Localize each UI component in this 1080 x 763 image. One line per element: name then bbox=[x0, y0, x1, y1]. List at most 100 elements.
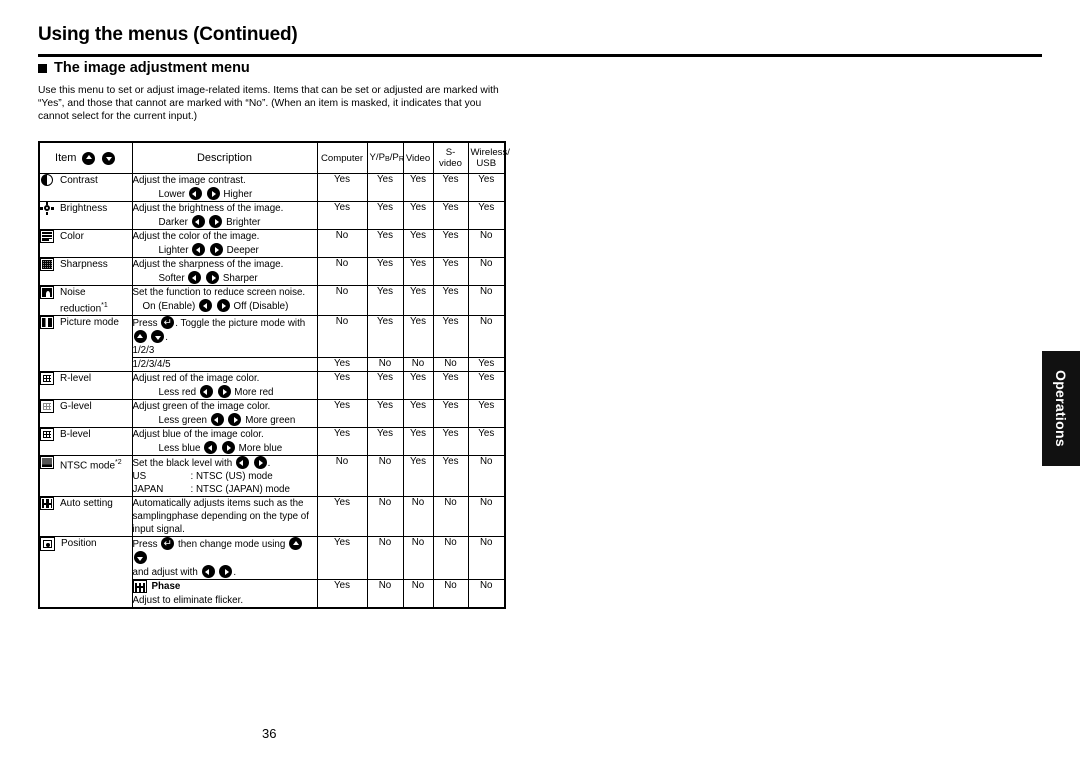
up-arrow-icon[interactable] bbox=[133, 330, 147, 344]
left-arrow-icon[interactable] bbox=[199, 385, 213, 399]
menu-item-picture-mode[interactable]: Picture mode bbox=[38, 315, 133, 373]
section-tab-label: Operations bbox=[1053, 370, 1069, 447]
description-cell: 1/2/3/4/5 bbox=[131, 357, 318, 373]
support-wireless-usb: No bbox=[467, 536, 506, 581]
left-arrow-icon[interactable] bbox=[201, 565, 215, 579]
menu-item-b-level[interactable]: B-level bbox=[38, 427, 133, 457]
right-arrow-icon[interactable] bbox=[216, 299, 230, 312]
support-video: No bbox=[402, 536, 434, 581]
description-text: Automatically adjusts items such as the bbox=[132, 498, 304, 510]
description-cell: Automatically adjusts items such as the … bbox=[131, 496, 318, 538]
picture-mode-values: 1/2/3 bbox=[132, 345, 155, 357]
description-cell: Phase Adjust to eliminate flicker. bbox=[131, 579, 318, 609]
description-text: Adjust the image contrast. bbox=[132, 175, 246, 186]
column-header-description: Description bbox=[131, 141, 318, 174]
menu-item-g-level[interactable]: G-level bbox=[38, 399, 133, 429]
enter-button-icon[interactable] bbox=[161, 316, 175, 330]
support-wireless-usb: No bbox=[467, 315, 506, 359]
ntsc-option-us-key: US bbox=[132, 471, 147, 483]
left-arrow-icon[interactable] bbox=[191, 215, 205, 228]
left-arrow-icon[interactable] bbox=[235, 456, 249, 470]
position-icon bbox=[40, 537, 55, 552]
menu-item-position[interactable]: Position bbox=[38, 536, 133, 609]
noise-reduction-icon bbox=[40, 286, 54, 299]
page-number-left: 36 bbox=[262, 726, 277, 741]
right-arrow-icon[interactable] bbox=[228, 413, 242, 427]
support-svideo: Yes bbox=[432, 455, 469, 498]
column-header-wireless-usb: Wireless/USB bbox=[467, 141, 510, 174]
phase-icon bbox=[132, 580, 147, 594]
right-arrow-icon[interactable] bbox=[209, 243, 223, 256]
right-arrow-icon[interactable] bbox=[217, 385, 231, 399]
description-cell: Set the function to reduce screen noise.… bbox=[131, 284, 318, 317]
support-wireless-usb: No bbox=[467, 455, 506, 498]
support-ypbpr: No bbox=[366, 536, 404, 581]
support-wireless-usb: Yes bbox=[467, 427, 506, 457]
enter-button-icon[interactable] bbox=[161, 537, 175, 551]
menu-item-contrast[interactable]: Contrast bbox=[38, 173, 133, 202]
menu-item-label: Picture mode bbox=[60, 317, 119, 329]
menu-item-label: G-level bbox=[60, 401, 92, 413]
left-arrow-icon[interactable] bbox=[188, 187, 202, 200]
auto-setting-icon bbox=[40, 497, 54, 511]
left-arrow-icon[interactable] bbox=[192, 243, 206, 256]
support-video: Yes bbox=[402, 427, 434, 457]
adjust-left-label: Less blue bbox=[158, 443, 201, 455]
sub-menu-item-phase[interactable]: Phase bbox=[132, 580, 317, 594]
down-arrow-icon[interactable] bbox=[133, 551, 147, 565]
down-arrow-icon[interactable] bbox=[151, 330, 165, 344]
section-tab-operations[interactable]: Operations bbox=[1042, 351, 1080, 466]
right-arrow-icon[interactable] bbox=[253, 456, 267, 470]
support-ypbpr: No bbox=[366, 357, 404, 373]
support-computer: Yes bbox=[316, 579, 368, 609]
right-arrow-icon[interactable] bbox=[221, 441, 235, 455]
column-header-ypbpr: Y/PB/PR bbox=[366, 141, 404, 174]
left-arrow-icon[interactable] bbox=[188, 271, 202, 284]
right-arrow-icon[interactable] bbox=[209, 215, 223, 228]
menu-item-label: Sharpness bbox=[60, 259, 108, 270]
support-computer: Yes bbox=[316, 427, 368, 457]
page-title: Using the menus (Continued) bbox=[38, 24, 298, 45]
menu-item-color[interactable]: Color bbox=[38, 229, 133, 258]
menu-item-sharpness[interactable]: Sharpness bbox=[38, 257, 133, 286]
support-wireless-usb: Yes bbox=[467, 399, 506, 429]
support-video: Yes bbox=[402, 201, 434, 230]
description-cell: Adjust the image contrast. Lower Higher bbox=[131, 173, 318, 202]
image-adjustment-table-left: Item Description Computer Y/PB/PR Video … bbox=[38, 141, 510, 610]
up-arrow-icon[interactable] bbox=[289, 537, 303, 551]
down-arrow-icon[interactable] bbox=[102, 151, 116, 165]
description-text: Adjust to eliminate flicker. bbox=[132, 595, 244, 607]
support-video: Yes bbox=[402, 399, 434, 429]
menu-item-brightness[interactable]: Brightness bbox=[38, 201, 133, 230]
up-arrow-icon[interactable] bbox=[82, 151, 96, 165]
support-computer: No bbox=[316, 229, 368, 258]
menu-item-label: R-level bbox=[60, 373, 92, 385]
menu-item-r-level[interactable]: R-level bbox=[38, 371, 133, 401]
description-text: Adjust the sharpness of the image. bbox=[132, 259, 284, 270]
menu-item-label: Contrast bbox=[60, 175, 98, 186]
support-computer: No bbox=[316, 284, 368, 317]
description-text-2: . Toggle the picture mode with bbox=[175, 318, 306, 330]
left-arrow-icon[interactable] bbox=[199, 299, 213, 312]
right-arrow-icon[interactable] bbox=[206, 271, 220, 284]
table-row: Contrast Adjust the image contrast. Lowe… bbox=[38, 173, 506, 202]
adjust-right-label: More blue bbox=[238, 443, 283, 455]
support-svideo: No bbox=[432, 357, 469, 373]
support-video: Yes bbox=[402, 284, 434, 317]
right-arrow-icon[interactable] bbox=[219, 565, 233, 579]
right-arrow-icon[interactable] bbox=[206, 187, 220, 200]
column-header-item-label: Item bbox=[55, 151, 77, 164]
support-svideo: Yes bbox=[432, 427, 469, 457]
support-computer: Yes bbox=[316, 496, 368, 538]
description-text: Adjust green of the image color. bbox=[132, 401, 271, 413]
adjust-left-label: Less green bbox=[158, 415, 207, 427]
left-arrow-icon[interactable] bbox=[204, 441, 218, 455]
description-text: Adjust the color of the image. bbox=[132, 231, 260, 242]
menu-item-ntsc-mode[interactable]: NTSC mode*2 bbox=[38, 455, 133, 498]
menu-item-auto-setting[interactable]: Auto setting bbox=[38, 496, 133, 538]
menu-item-noise-reduction[interactable]: Noise reduction*1 bbox=[38, 284, 133, 317]
right-page: Item Description Computer Y/PB/PR Video … bbox=[540, 0, 1080, 763]
left-arrow-icon[interactable] bbox=[210, 413, 224, 427]
support-svideo: No bbox=[432, 579, 469, 609]
table-row: G-level Adjust green of the image color.… bbox=[38, 399, 506, 429]
